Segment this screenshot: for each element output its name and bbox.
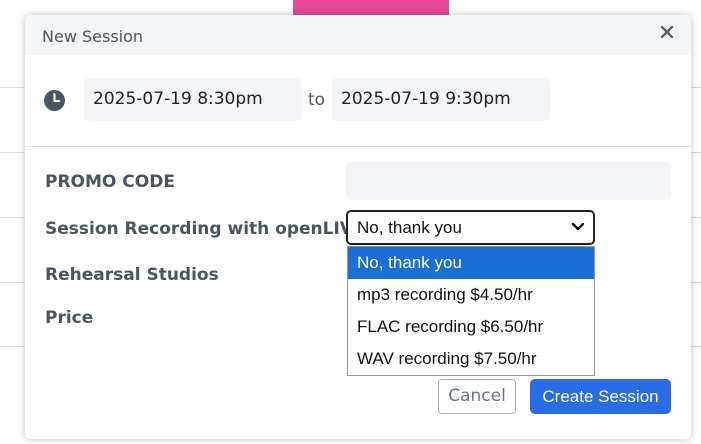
new-session-modal: New Session ✕ 2025-07-19 8:30pm to 2025-…: [25, 15, 691, 439]
recording-option[interactable]: No, thank you: [348, 247, 594, 279]
modal-title: New Session: [42, 27, 144, 46]
section-divider: [25, 146, 691, 147]
recording-select-value: No, thank you: [357, 218, 462, 237]
end-datetime-input[interactable]: 2025-07-19 9:30pm: [332, 78, 550, 121]
cancel-button[interactable]: Cancel: [438, 379, 516, 414]
close-button[interactable]: ✕: [655, 21, 679, 45]
chevron-down-icon: [571, 222, 585, 231]
time-range-separator: to: [308, 90, 326, 110]
recording-option[interactable]: FLAC recording $6.50/hr: [348, 311, 594, 343]
background-page-banner: [293, 0, 449, 15]
create-session-button[interactable]: Create Session: [530, 379, 671, 414]
recording-option[interactable]: mp3 recording $4.50/hr: [348, 279, 594, 311]
close-icon: ✕: [657, 20, 677, 45]
clock-icon: [44, 90, 65, 111]
recording-label: Session Recording with openLIVE: [45, 219, 365, 239]
promo-code-label: PROMO CODE: [45, 172, 175, 192]
promo-code-input[interactable]: [346, 162, 671, 200]
rehearsal-studios-label: Rehearsal Studios: [45, 265, 219, 285]
recording-select[interactable]: No, thank you: [346, 210, 595, 245]
modal-header: New Session ✕: [25, 15, 691, 55]
start-datetime-input[interactable]: 2025-07-19 8:30pm: [84, 78, 302, 121]
recording-options-list: No, thank you mp3 recording $4.50/hr FLA…: [347, 246, 595, 376]
recording-option[interactable]: WAV recording $7.50/hr: [348, 343, 594, 375]
price-label: Price: [45, 308, 94, 328]
